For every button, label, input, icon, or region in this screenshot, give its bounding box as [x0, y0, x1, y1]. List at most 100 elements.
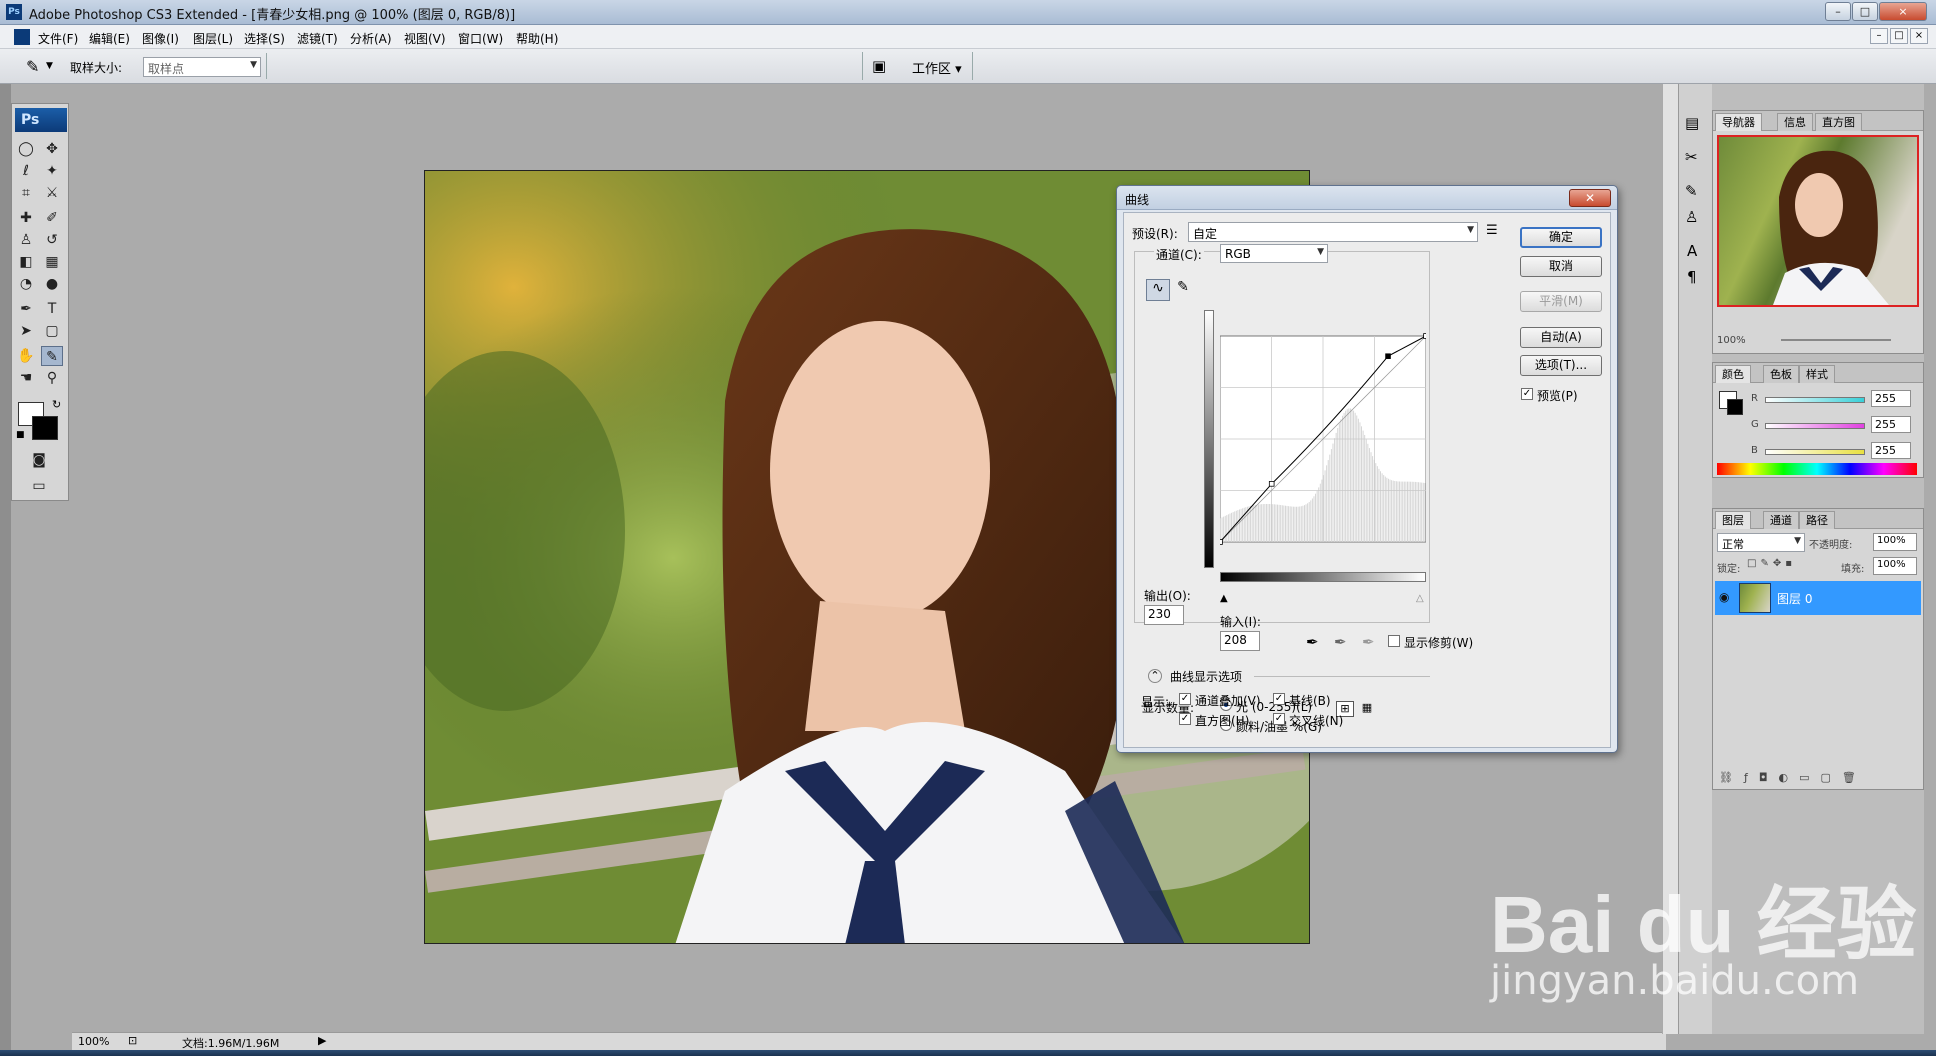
- output-input[interactable]: 230: [1144, 605, 1184, 625]
- black-eyedropper-icon[interactable]: ✒: [1306, 633, 1319, 651]
- maximize-button[interactable]: □: [1852, 2, 1878, 21]
- layer-row[interactable]: ◉ 图层 0: [1715, 581, 1921, 615]
- 3d-rotate-tool-icon[interactable]: ✋: [15, 346, 37, 366]
- tab-paths[interactable]: 路径: [1799, 511, 1835, 529]
- tab-color[interactable]: 颜色: [1715, 365, 1751, 383]
- hand-tool-icon[interactable]: ☚: [15, 368, 37, 388]
- gradient-tool-icon[interactable]: ▦: [41, 252, 63, 272]
- navigator-thumbnail[interactable]: [1717, 135, 1919, 307]
- eyedropper-icon[interactable]: ✎: [26, 57, 39, 76]
- navigator-zoom-value[interactable]: 100%: [1717, 335, 1746, 346]
- crop-tool-icon[interactable]: ⌗: [15, 183, 37, 203]
- expand-options-icon[interactable]: ⌃: [1148, 669, 1162, 683]
- ok-button[interactable]: 确定: [1520, 227, 1602, 248]
- options-button[interactable]: 选项(T)...: [1520, 355, 1602, 376]
- tools-preset-icon[interactable]: ✂: [1685, 148, 1698, 166]
- tab-info[interactable]: 信息: [1777, 113, 1813, 131]
- path-selection-tool-icon[interactable]: ➤: [15, 321, 37, 341]
- dialog-close-icon[interactable]: ✕: [1569, 189, 1611, 207]
- tab-histogram[interactable]: 直方图: [1815, 113, 1862, 131]
- gray-eyedropper-icon[interactable]: ✒: [1334, 633, 1347, 651]
- menu-view[interactable]: 视图(V): [404, 30, 446, 47]
- navigator-zoom-slider[interactable]: [1781, 339, 1891, 341]
- white-point-slider-icon[interactable]: △: [1416, 593, 1424, 604]
- color-r-slider[interactable]: [1765, 397, 1865, 403]
- preview-checkbox[interactable]: ✓: [1521, 388, 1533, 400]
- background-color-swatch[interactable]: [32, 416, 58, 440]
- workspace-menu-button[interactable]: 工作区 ▾: [912, 58, 962, 77]
- color-b-slider[interactable]: [1765, 449, 1865, 455]
- slice-tool-icon[interactable]: ⚔: [41, 183, 63, 203]
- swap-colors-icon[interactable]: ↻: [52, 398, 61, 411]
- color-g-input[interactable]: 255: [1871, 416, 1911, 433]
- lock-icons[interactable]: □✎✥▪: [1747, 558, 1796, 569]
- tab-channels[interactable]: 通道: [1763, 511, 1799, 529]
- menu-image[interactable]: 图像(I): [142, 30, 179, 47]
- tool-preset-chevron-icon[interactable]: ▼: [46, 61, 53, 71]
- black-point-slider-icon[interactable]: ▲: [1220, 593, 1228, 604]
- white-eyedropper-icon[interactable]: ✒: [1362, 633, 1375, 651]
- quick-mask-icon[interactable]: ◙: [28, 450, 50, 470]
- menu-help[interactable]: 帮助(H): [516, 30, 558, 47]
- curve-pencil-tool-icon[interactable]: ✎: [1172, 279, 1194, 301]
- blend-mode-select[interactable]: 正常 ▼: [1717, 533, 1805, 552]
- status-info-icon[interactable]: ⊡: [128, 1034, 137, 1047]
- color-r-input[interactable]: 255: [1871, 390, 1911, 407]
- menu-window[interactable]: 窗口(W): [458, 30, 503, 47]
- tab-layers[interactable]: 图层: [1715, 511, 1751, 529]
- fill-input[interactable]: 100%: [1873, 557, 1917, 575]
- input-input[interactable]: 208: [1220, 631, 1260, 651]
- cancel-button[interactable]: 取消: [1520, 256, 1602, 277]
- pen-tool-icon[interactable]: ✒: [15, 299, 37, 319]
- show-clipping-checkbox[interactable]: [1388, 635, 1400, 647]
- shape-tool-icon[interactable]: ▢: [41, 321, 63, 341]
- minimize-button[interactable]: –: [1825, 2, 1851, 21]
- menu-edit[interactable]: 编辑(E): [89, 30, 130, 47]
- doc-restore-button[interactable]: □: [1890, 28, 1908, 44]
- healing-brush-tool-icon[interactable]: ✚: [15, 208, 37, 228]
- tab-swatches[interactable]: 色板: [1763, 365, 1799, 383]
- history-brush-tool-icon[interactable]: ↺: [41, 230, 63, 250]
- smooth-button[interactable]: 平滑(M): [1520, 291, 1602, 312]
- tab-navigator[interactable]: 导航器: [1715, 113, 1762, 131]
- lasso-tool-icon[interactable]: ℓ: [15, 161, 37, 181]
- history-panel-icon[interactable]: ▤: [1685, 114, 1699, 132]
- menu-filter[interactable]: 滤镜(T): [297, 30, 338, 47]
- opacity-input[interactable]: 100%: [1873, 533, 1917, 551]
- character-panel-icon[interactable]: A: [1687, 242, 1697, 260]
- status-menu-arrow-icon[interactable]: ▶: [318, 1034, 326, 1047]
- clone-stamp-tool-icon[interactable]: ♙: [15, 230, 37, 250]
- color-background-swatch[interactable]: [1727, 399, 1743, 415]
- default-colors-icon[interactable]: ■: [16, 430, 25, 440]
- intersection-checkbox[interactable]: ✓: [1273, 713, 1285, 725]
- magic-wand-tool-icon[interactable]: ✦: [41, 161, 63, 181]
- baseline-checkbox[interactable]: ✓: [1273, 693, 1285, 705]
- menu-layer[interactable]: 图层(L): [193, 30, 233, 47]
- tab-styles[interactable]: 样式: [1799, 365, 1835, 383]
- color-b-input[interactable]: 255: [1871, 442, 1911, 459]
- menu-file[interactable]: 文件(F): [38, 30, 78, 47]
- brushes-panel-icon[interactable]: ✎: [1685, 182, 1698, 200]
- move-tool-icon[interactable]: ✥: [41, 139, 63, 159]
- zoom-tool-icon[interactable]: ⚲: [41, 368, 63, 388]
- screen-mode-icon[interactable]: ▭: [28, 476, 50, 496]
- blur-tool-icon[interactable]: ◔: [15, 274, 37, 294]
- detailed-grid-icon[interactable]: ▦: [1358, 701, 1376, 717]
- close-button[interactable]: ×: [1879, 2, 1927, 21]
- clone-source-icon[interactable]: ♙: [1685, 208, 1698, 226]
- preset-select[interactable]: 自定 ▼: [1188, 222, 1478, 242]
- layers-footer-icons[interactable]: ⛓ƒ◘◐▭▢🗑: [1719, 771, 1867, 784]
- auto-button[interactable]: 自动(A): [1520, 327, 1602, 348]
- bridge-icon[interactable]: ▣: [872, 57, 886, 75]
- doc-close-button[interactable]: ×: [1910, 28, 1928, 44]
- sample-size-select[interactable]: 取样点 ▼: [143, 57, 261, 77]
- paragraph-panel-icon[interactable]: ¶: [1687, 268, 1697, 286]
- dodge-tool-icon[interactable]: ●: [41, 274, 63, 294]
- status-zoom[interactable]: 100%: [78, 1035, 109, 1048]
- channel-overlays-checkbox[interactable]: ✓: [1179, 693, 1191, 705]
- doc-minimize-button[interactable]: –: [1870, 28, 1888, 44]
- menu-analysis[interactable]: 分析(A): [350, 30, 392, 47]
- eraser-tool-icon[interactable]: ◧: [15, 252, 37, 272]
- color-spectrum[interactable]: [1717, 463, 1917, 475]
- marquee-tool-icon[interactable]: ◯: [15, 139, 37, 159]
